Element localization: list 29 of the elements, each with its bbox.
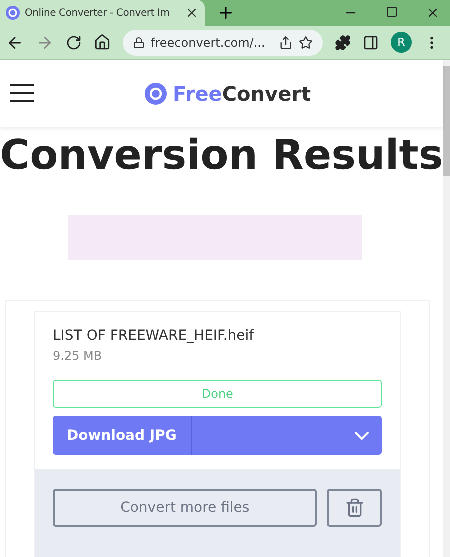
close-window-icon[interactable] — [426, 6, 440, 20]
page-title: Conversion Results — [0, 131, 444, 179]
new-tab-icon[interactable] — [217, 4, 235, 22]
logo-icon — [6, 6, 20, 20]
logo-text: FreeConvert — [173, 82, 312, 106]
url-text: freeconvert.com/... — [151, 36, 266, 50]
menu-icon[interactable] — [10, 84, 34, 103]
maximize-icon[interactable] — [386, 6, 398, 18]
logo-icon — [145, 82, 167, 104]
scrollbar[interactable] — [443, 60, 450, 557]
share-icon[interactable] — [279, 36, 293, 50]
extensions-icon[interactable] — [335, 34, 351, 50]
delete-button[interactable] — [327, 489, 382, 527]
star-icon[interactable] — [299, 36, 313, 50]
trash-icon — [344, 498, 365, 518]
reload-icon[interactable] — [66, 34, 82, 50]
download-button[interactable]: Download JPG — [53, 416, 382, 455]
file-size: 9.25 MB — [53, 349, 104, 363]
side-panel-icon[interactable] — [363, 34, 379, 50]
convert-more-button[interactable]: Convert more files — [53, 489, 318, 527]
profile-avatar[interactable]: R — [391, 32, 412, 53]
file-name: LIST OF FREEWARE_HEIF.heif — [53, 328, 256, 344]
close-icon[interactable] — [185, 6, 199, 20]
address-bar[interactable]: freeconvert.com/... — [123, 30, 323, 56]
status-field: Done — [53, 380, 382, 408]
home-icon[interactable] — [94, 34, 111, 51]
browser-tab[interactable]: Online Converter - Convert Im — [0, 0, 205, 26]
tab-title: Online Converter - Convert Im — [25, 8, 171, 18]
lock-icon — [133, 36, 145, 48]
